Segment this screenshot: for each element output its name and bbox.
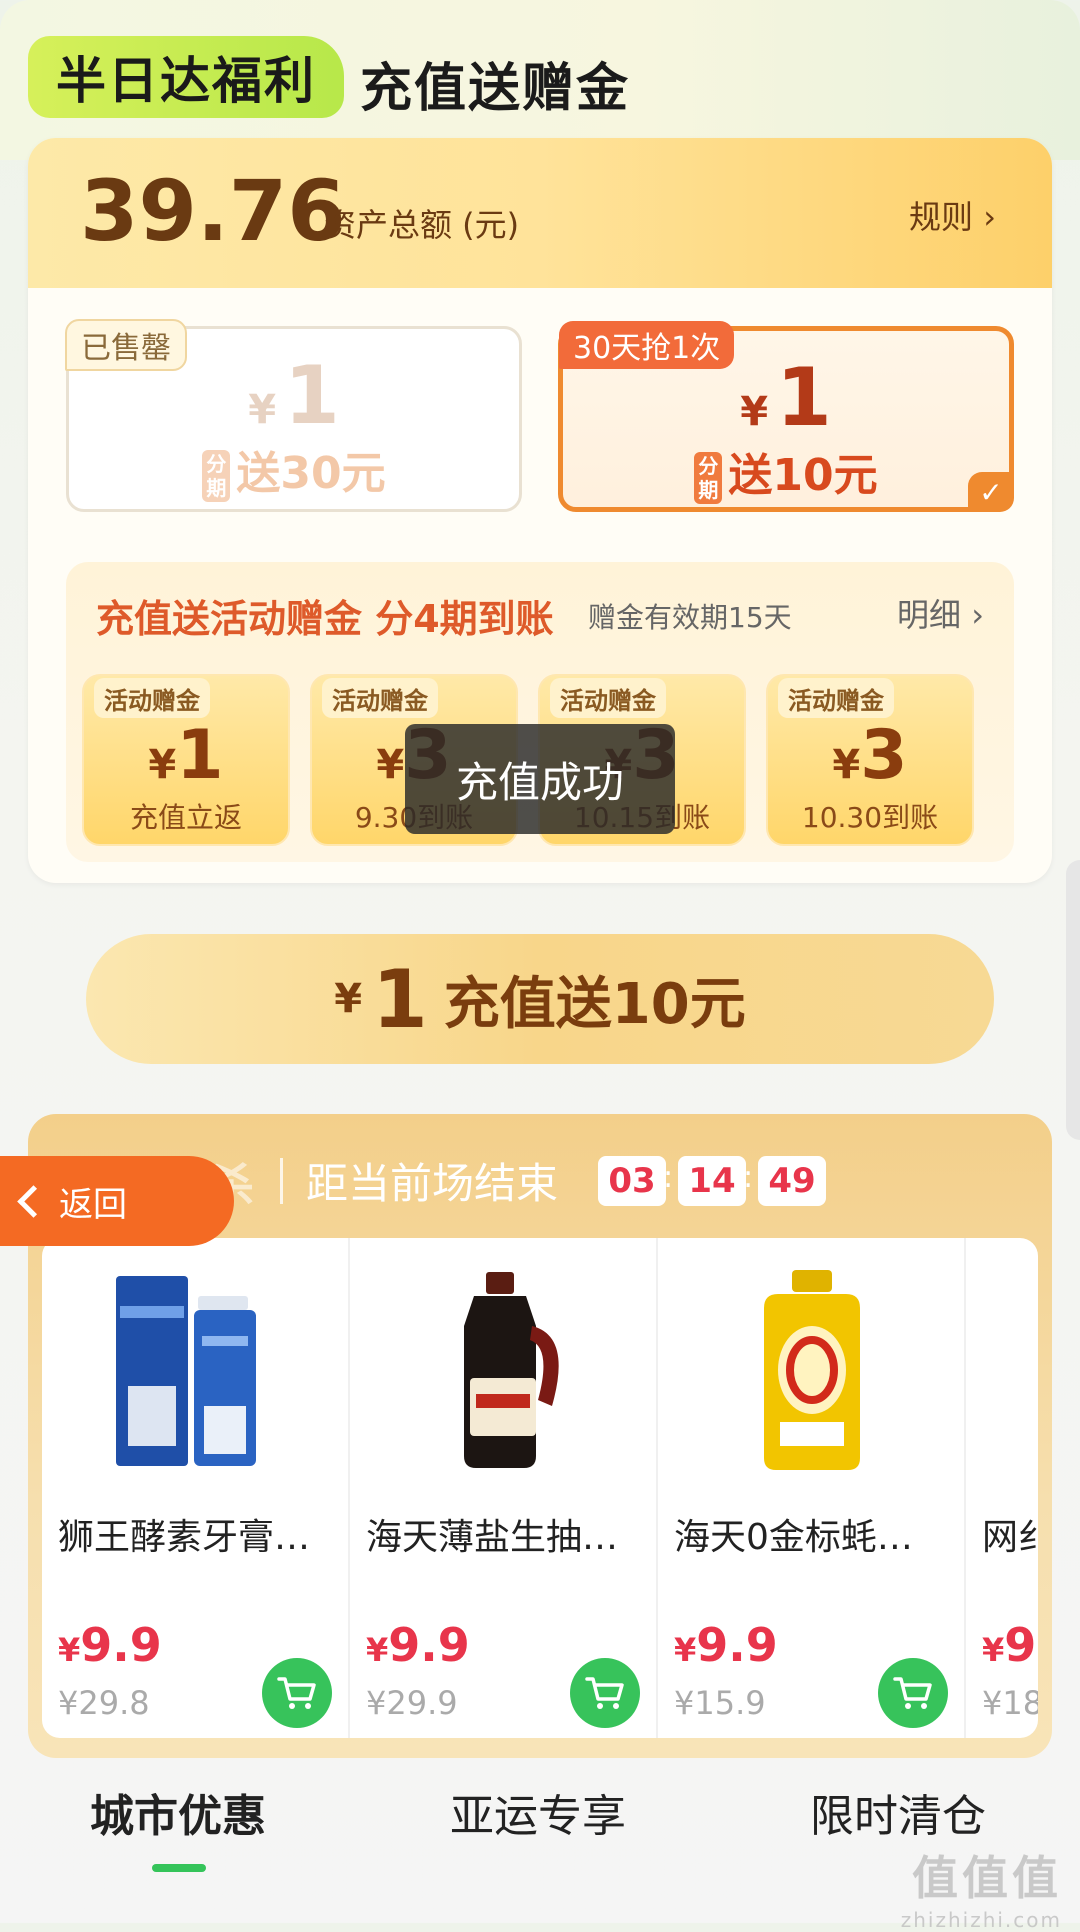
countdown-hours: 03	[598, 1156, 666, 1206]
product-list: 狮王酵素牙膏… ¥9.9 ¥29.8 海天薄盐生抽… ¥9.9 ¥29.9 海天…	[42, 1238, 1038, 1738]
product-price: ¥9.9	[674, 1618, 778, 1672]
option-gift: 分期 送30元	[69, 437, 519, 502]
gift-amount: ¥3	[768, 716, 972, 795]
gift-label: 活动赠金	[322, 678, 438, 718]
watermark: 值值值 zhizhizhi.com	[901, 1842, 1062, 1932]
countdown-label: 距当前场结束	[306, 1159, 559, 1208]
gift-amount-value: 3	[860, 716, 908, 795]
countdown-colon: :	[743, 1160, 754, 1195]
option-amount: 1	[776, 351, 832, 444]
option-gift: 分期 送10元	[563, 439, 1009, 504]
countdown-seconds: 49	[758, 1156, 826, 1206]
tab-city-deals[interactable]: 城市优惠	[90, 1780, 266, 1844]
product-name: 海天薄盐生抽…	[366, 1517, 619, 1558]
page-title: 充值送赠金	[360, 59, 631, 119]
chevron-left-icon	[17, 1184, 50, 1218]
gift-validity: 赠金有效期15天	[588, 601, 792, 634]
add-to-cart-button[interactable]	[878, 1658, 948, 1728]
yen-symbol: ¥	[982, 1631, 1005, 1669]
detail-link[interactable]: 明细 ›	[897, 590, 984, 636]
product-card[interactable]: 狮王酵素牙膏… ¥9.9 ¥29.8	[42, 1238, 350, 1738]
watermark-logo: 值值值	[912, 1851, 1062, 1905]
recharge-cta-button[interactable]: ¥ 1 充值送10元	[86, 934, 994, 1064]
soy-sauce-icon	[414, 1266, 594, 1476]
yen-symbol: ¥	[248, 387, 277, 433]
tab-asian-games[interactable]: 亚运专享	[450, 1780, 626, 1844]
oyster-sauce-icon	[722, 1266, 902, 1476]
add-to-cart-button[interactable]	[570, 1658, 640, 1728]
cart-icon	[585, 1677, 624, 1709]
product-original-price: ¥15.9	[674, 1684, 766, 1722]
active-tab-indicator	[152, 1864, 206, 1872]
rules-link[interactable]: 规则 ›	[909, 192, 996, 238]
cart-icon	[893, 1677, 932, 1709]
balance-band: 39.76 资产总额 (元) 规则 ›	[28, 138, 1052, 288]
yen-symbol: ¥	[740, 389, 769, 435]
balance-label: 资产总额 (元)	[324, 206, 520, 244]
option-gift-text: 送10元	[728, 450, 878, 501]
option-price: ¥1	[563, 351, 1009, 444]
half-day-welfare-tag: 半日达福利	[28, 36, 344, 118]
gift-note: 充值立返	[129, 801, 242, 834]
cta-amount: 1	[372, 952, 428, 1046]
option-amount: 1	[284, 349, 340, 442]
countdown-minutes: 14	[678, 1156, 746, 1206]
gift-installment-card: 活动赠金 ¥3 10.30到账	[766, 674, 974, 846]
gift-detail-title: 充值送活动赠金 分4期到账	[96, 597, 554, 641]
gift-label: 活动赠金	[778, 678, 894, 718]
product-name: 网纟	[982, 1517, 1038, 1558]
recharge-option-sold-out: 已售罄 ¥1 分期 送30元	[65, 319, 522, 512]
back-label: 返回	[59, 1184, 127, 1225]
product-price: ¥9.9	[366, 1618, 470, 1672]
recharge-success-toast: 充值成功	[405, 724, 675, 834]
product-price-value: 9.9	[388, 1618, 470, 1672]
back-button[interactable]: 返回	[0, 1156, 234, 1246]
toothpaste-icon	[106, 1266, 286, 1476]
gift-note: 10.30到账	[801, 801, 939, 834]
product-card[interactable]: 网纟 ¥9 ¥18	[966, 1238, 1038, 1738]
option-gift-text: 送30元	[236, 448, 386, 499]
product-card[interactable]: 海天0金标蚝… ¥9.9 ¥15.9	[658, 1238, 966, 1738]
balance-amount: 39.76	[80, 162, 346, 260]
yen-symbol: ¥	[148, 742, 177, 788]
gift-amount: ¥1	[84, 716, 288, 795]
yen-symbol: ¥	[376, 742, 405, 788]
product-name: 狮王酵素牙膏…	[58, 1517, 311, 1558]
gift-installment-card: 活动赠金 ¥1 充值立返	[82, 674, 290, 846]
product-original-price: ¥29.9	[366, 1684, 458, 1722]
recharge-option-selected[interactable]: 30天抢1次 ¥1 分期 送10元 ✓	[558, 321, 1014, 512]
product-price: ¥9	[982, 1618, 1036, 1672]
product-price: ¥9.9	[58, 1618, 162, 1672]
installment-tag: 分期	[694, 452, 723, 504]
divider	[280, 1158, 283, 1204]
product-price-value: 9.9	[80, 1618, 162, 1672]
gift-label: 活动赠金	[94, 678, 210, 718]
option-price: ¥1	[69, 349, 519, 442]
cart-icon	[277, 1677, 316, 1709]
product-price-value: 9.9	[696, 1618, 778, 1672]
watermark-url: zhizhizhi.com	[900, 1908, 1062, 1932]
side-scroll-handle[interactable]	[1066, 860, 1080, 1140]
yen-symbol: ¥	[366, 1631, 389, 1669]
add-to-cart-button[interactable]	[262, 1658, 332, 1728]
cta-label: 充值送10元	[443, 971, 746, 1037]
yen-symbol: ¥	[674, 1631, 697, 1669]
countdown-colon: :	[663, 1160, 674, 1195]
installment-tag: 分期	[202, 450, 231, 502]
product-price-value: 9	[1004, 1618, 1037, 1672]
product-card[interactable]: 海天薄盐生抽… ¥9.9 ¥29.9	[350, 1238, 658, 1738]
product-original-price: ¥29.8	[58, 1684, 150, 1722]
yen-symbol: ¥	[334, 976, 363, 1022]
gift-amount-value: 1	[176, 716, 224, 795]
product-original-price: ¥18	[982, 1684, 1038, 1722]
yen-symbol: ¥	[58, 1631, 81, 1669]
checkmark-icon: ✓	[968, 472, 1014, 512]
tab-clearance[interactable]: 限时清仓	[810, 1780, 986, 1844]
gift-label: 活动赠金	[550, 678, 666, 718]
yen-symbol: ¥	[832, 742, 861, 788]
product-name: 海天0金标蚝…	[674, 1517, 913, 1558]
